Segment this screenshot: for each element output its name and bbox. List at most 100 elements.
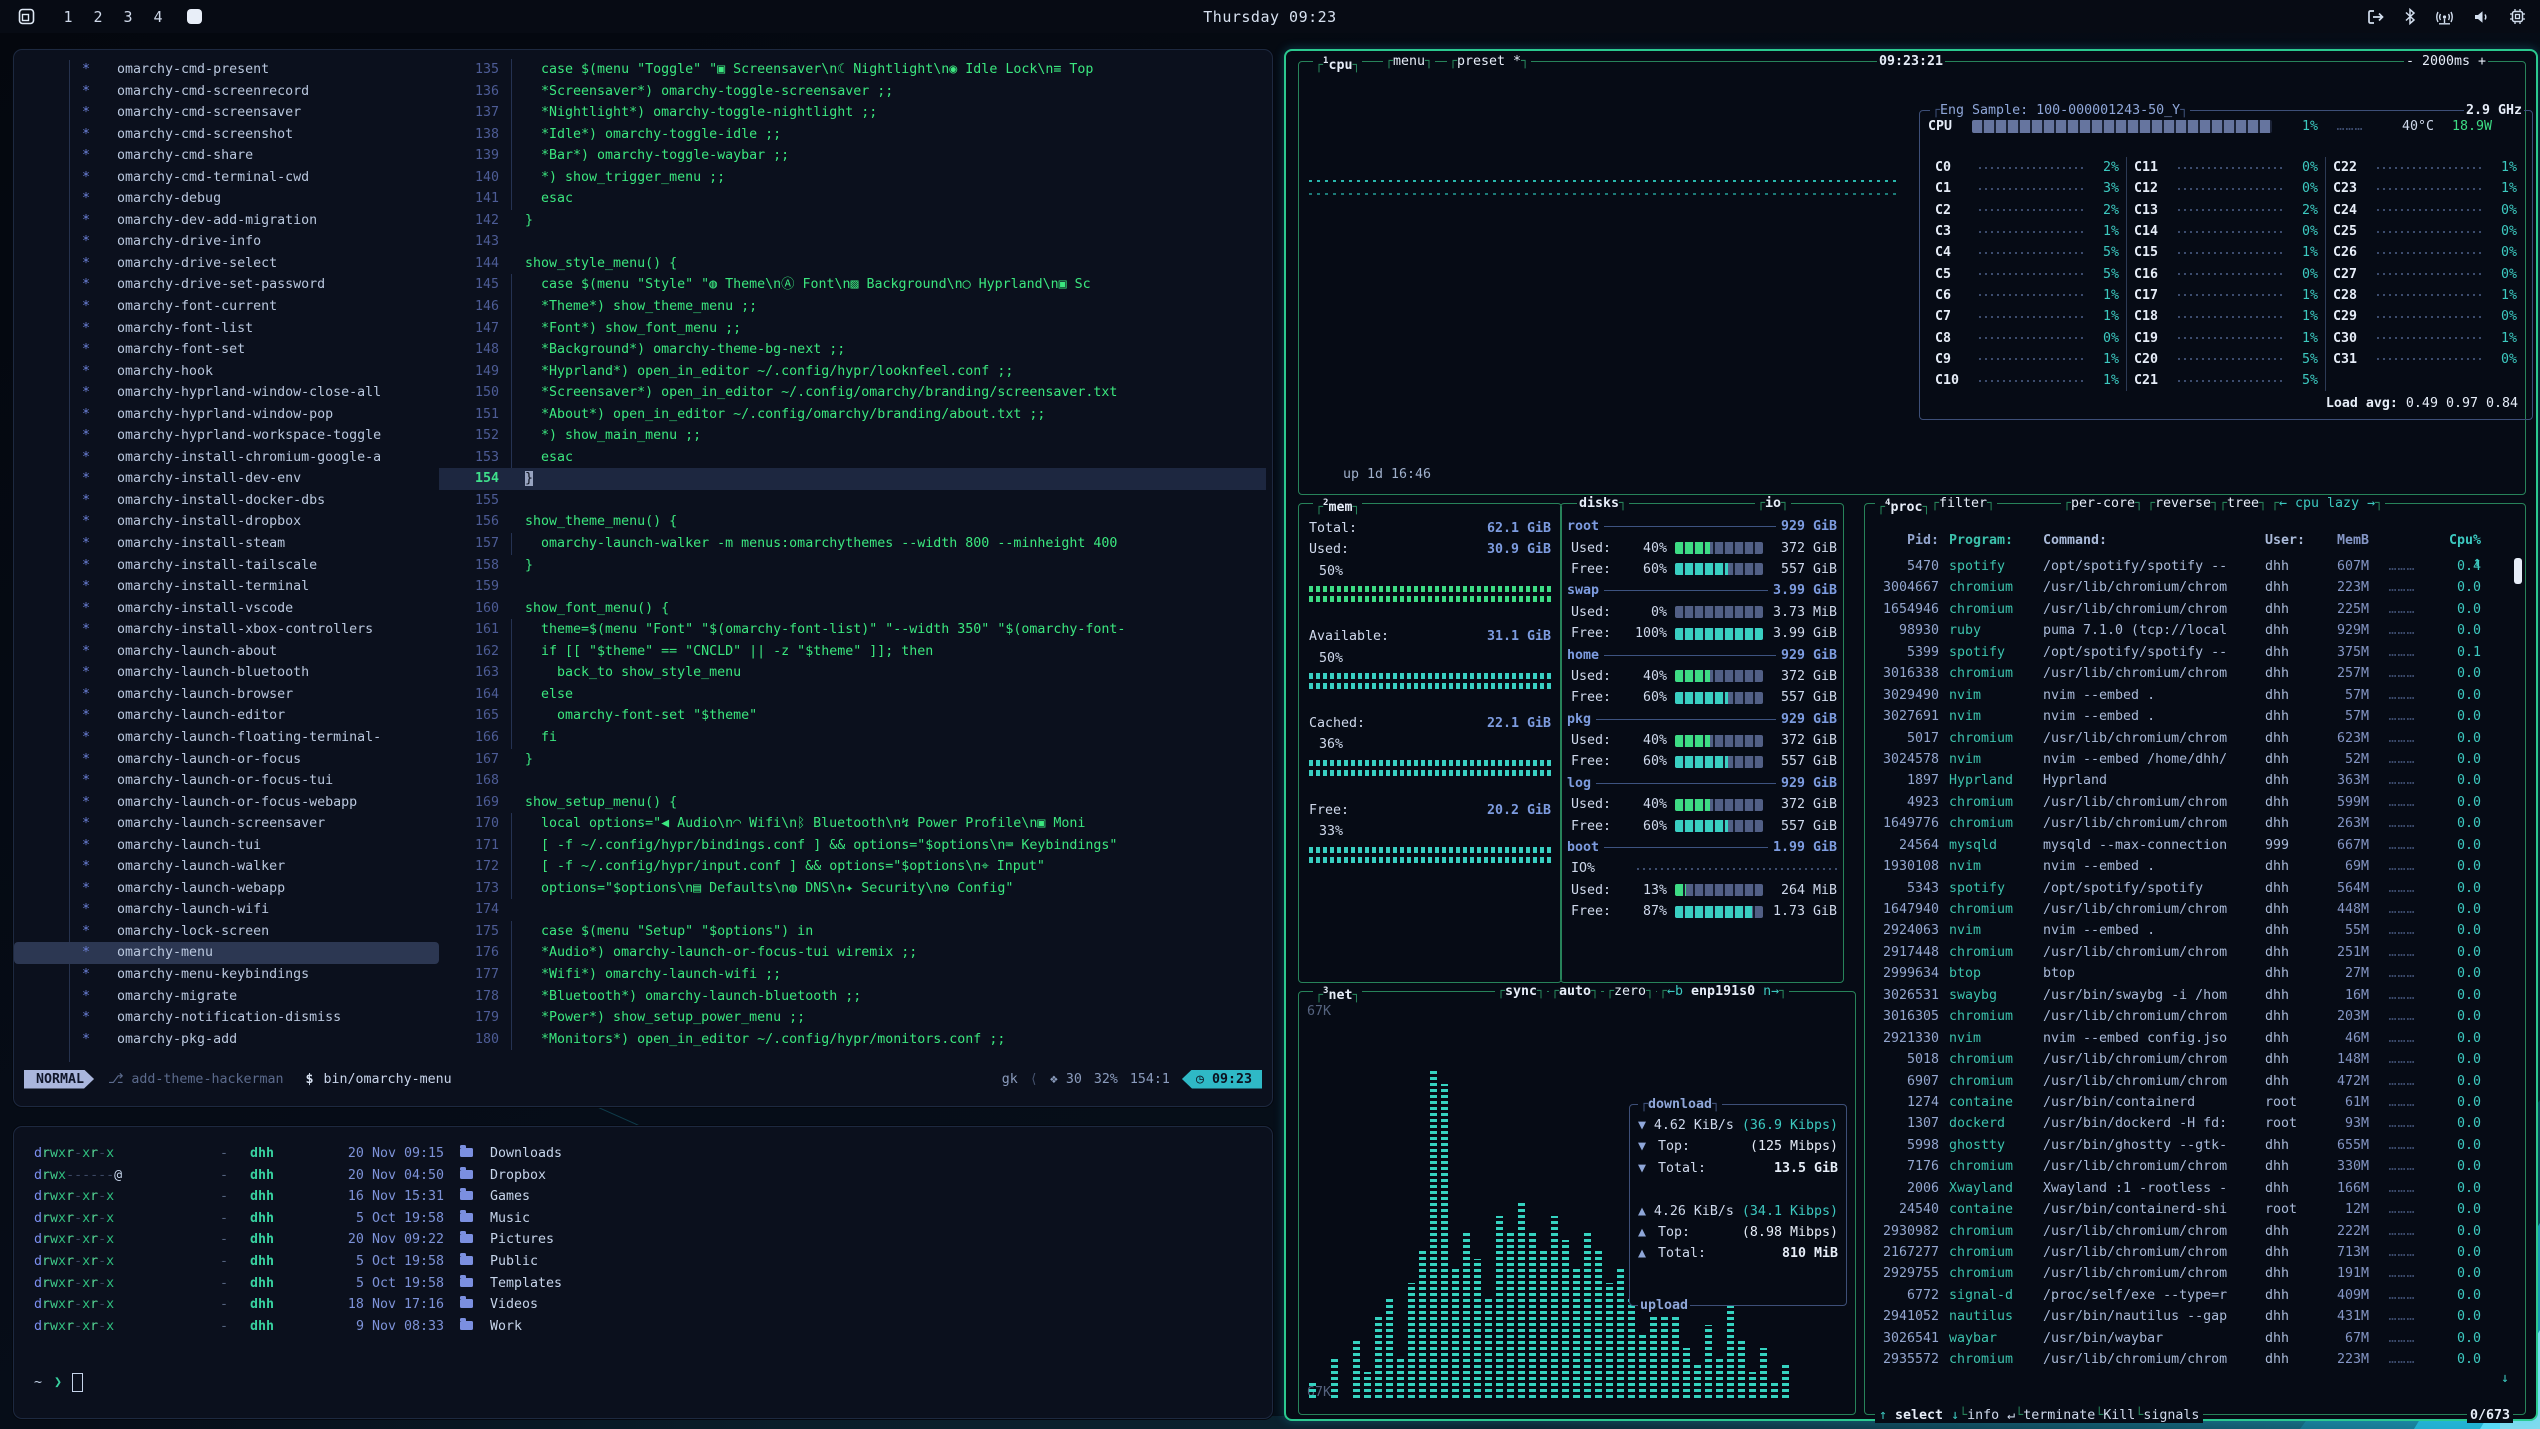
editor-row[interactable]: *omarchy-launch-editor165 omarchy-font-s… <box>14 705 1266 727</box>
editor-row[interactable]: *omarchy-install-terminal159 <box>14 576 1266 598</box>
select-button[interactable]: select <box>1895 1408 1943 1423</box>
process-row[interactable]: 2999634btopbtopdhh27M………0.0 <box>1873 963 2517 984</box>
editor-row[interactable]: *omarchy-menu-keybindings177 *Wifi*) oma… <box>14 964 1266 986</box>
editor-row[interactable]: *omarchy-install-xbox-controllers161 the… <box>14 619 1266 641</box>
workspace-1[interactable]: 1 <box>53 8 83 26</box>
proc-tree-button[interactable]: ┌tree┐ <box>2217 495 2269 512</box>
file-list-item[interactable]: omarchy-hyprland-window-close-all <box>117 382 439 404</box>
process-row[interactable]: 1897HyprlandHyprlanddhh363M………0.0 <box>1873 770 2517 791</box>
editor-row[interactable]: *omarchy-launch-about162 if [[ "$theme" … <box>14 641 1266 663</box>
proc-sort-selector[interactable]: ┌← cpu lazy →┐ <box>2269 495 2385 512</box>
mem-panel-title[interactable]: ┌2mem┐ <box>1313 495 1362 516</box>
folder-name[interactable]: Work <box>490 1316 522 1338</box>
file-list-item[interactable]: omarchy-launch-browser <box>117 684 439 706</box>
editor-row[interactable]: *omarchy-install-dropbox156show_theme_me… <box>14 511 1266 533</box>
chip-icon[interactable] <box>2509 8 2526 25</box>
process-row[interactable]: 5399spotify/opt/spotify/spotify --dhh375… <box>1873 642 2517 663</box>
editor-row[interactable]: *omarchy-cmd-share139 *Bar*) omarchy-tog… <box>14 145 1266 167</box>
file-list-item[interactable]: omarchy-install-tailscale <box>117 555 439 577</box>
process-row[interactable]: 3016338chromium/usr/lib/chromium/chromdh… <box>1873 663 2517 684</box>
process-row[interactable]: 2924063nvimnvim --embed .dhh55M………0.0 <box>1873 920 2517 941</box>
editor-row[interactable]: *omarchy-launch-screensaver170 local opt… <box>14 813 1266 835</box>
editor-row[interactable]: *omarchy-install-chromium-google-a153 es… <box>14 447 1266 469</box>
process-row[interactable]: 2167277chromium/usr/lib/chromium/chromdh… <box>1873 1242 2517 1263</box>
process-row[interactable]: 1307dockerd/usr/bin/dockerd -H fd:root93… <box>1873 1113 2517 1134</box>
signals-button[interactable]: signals <box>2143 1408 2199 1423</box>
network-icon[interactable] <box>2435 9 2454 25</box>
editor-row[interactable]: *omarchy-font-current146 *Theme*) show_t… <box>14 296 1266 318</box>
file-list-item[interactable]: omarchy-debug <box>117 188 439 210</box>
editor-row[interactable]: *omarchy-hook149 *Hyprland*) open_in_edi… <box>14 361 1266 383</box>
process-row[interactable]: 3016305chromium/usr/lib/chromium/chromdh… <box>1873 1006 2517 1027</box>
file-list-item[interactable]: omarchy-drive-set-password <box>117 274 439 296</box>
scroll-down-icon[interactable]: ↓ <box>2501 1371 2509 1386</box>
file-list-item[interactable]: omarchy-drive-info <box>117 231 439 253</box>
file-list-item[interactable]: omarchy-install-terminal <box>117 576 439 598</box>
process-row[interactable]: 2935572chromium/usr/lib/chromium/chromdh… <box>1873 1349 2517 1370</box>
file-list-item[interactable]: omarchy-cmd-share <box>117 145 439 167</box>
process-row[interactable]: 1930108nvimnvim --embed .dhh69M………0.0 <box>1873 856 2517 877</box>
editor-row[interactable]: *omarchy-pkg-add180 *Monitors*) open_in_… <box>14 1029 1266 1051</box>
editor-row[interactable]: *omarchy-launch-floating-terminal-166 fi <box>14 727 1266 749</box>
editor-row[interactable]: *omarchy-launch-or-focus-tui168 <box>14 770 1266 792</box>
net-panel-title[interactable]: ┌3net┐ <box>1313 983 1362 1004</box>
process-row[interactable]: 3029490nvimnvim --embed .dhh57M………0.0 <box>1873 685 2517 706</box>
process-row[interactable]: 24540containe/usr/bin/containerd-shiroot… <box>1873 1199 2517 1220</box>
editor-row[interactable]: *omarchy-hyprland-workspace-toggle152 *)… <box>14 425 1266 447</box>
editor-row[interactable]: *omarchy-lock-screen175 case $(menu "Set… <box>14 921 1266 943</box>
editor-row[interactable]: *omarchy-debug141 esac <box>14 188 1266 210</box>
process-row[interactable]: 5343spotify/opt/spotify/spotifydhh564M……… <box>1873 878 2517 899</box>
editor-row[interactable]: *omarchy-launch-or-focus167} <box>14 749 1266 771</box>
process-row[interactable]: 2917448chromium/usr/lib/chromium/chromdh… <box>1873 942 2517 963</box>
editor-row[interactable]: *omarchy-install-docker-dbs155 <box>14 490 1266 512</box>
file-list-item[interactable]: omarchy-install-docker-dbs <box>117 490 439 512</box>
editor-row[interactable]: *omarchy-cmd-terminal-cwd140 *) show_tri… <box>14 167 1266 189</box>
process-row[interactable]: 2006XwaylandXwayland :1 -rootless -dhh16… <box>1873 1178 2517 1199</box>
editor-row[interactable]: *omarchy-launch-or-focus-webapp169show_s… <box>14 792 1266 814</box>
process-row[interactable]: 2930982chromium/usr/lib/chromium/chromdh… <box>1873 1221 2517 1242</box>
file-list-item[interactable]: omarchy-font-current <box>117 296 439 318</box>
process-row[interactable]: 6907chromium/usr/lib/chromium/chromdhh47… <box>1873 1071 2517 1092</box>
file-list-item[interactable]: omarchy-migrate <box>117 986 439 1008</box>
process-row[interactable]: 1654946chromium/usr/lib/chromium/chromdh… <box>1873 599 2517 620</box>
process-row[interactable]: 1274containe/usr/bin/containerdroot61M……… <box>1873 1092 2517 1113</box>
process-row[interactable]: 2929755chromium/usr/lib/chromium/chromdh… <box>1873 1263 2517 1284</box>
file-list-item[interactable]: omarchy-hyprland-workspace-toggle <box>117 425 439 447</box>
process-row[interactable]: 5018chromium/usr/lib/chromium/chromdhh14… <box>1873 1049 2517 1070</box>
editor-row[interactable]: *omarchy-install-vscode160show_font_menu… <box>14 598 1266 620</box>
file-list-item[interactable]: omarchy-cmd-terminal-cwd <box>117 167 439 189</box>
file-list-item[interactable]: omarchy-launch-walker <box>117 856 439 878</box>
editor-row[interactable]: *omarchy-hyprland-window-pop151 *About*)… <box>14 404 1266 426</box>
file-list-item[interactable]: omarchy-install-dropbox <box>117 511 439 533</box>
editor-row[interactable]: *omarchy-drive-info143 <box>14 231 1266 253</box>
process-row[interactable]: 3026541waybar/usr/bin/waybardhh67M………0.0 <box>1873 1328 2517 1349</box>
file-list-item[interactable]: omarchy-launch-or-focus <box>117 749 439 771</box>
editor-row[interactable]: *omarchy-migrate178 *Bluetooth*) omarchy… <box>14 986 1266 1008</box>
folder-name[interactable]: Music <box>490 1208 530 1230</box>
process-row[interactable]: 98930rubypuma 7.1.0 (tcp://localdhh929M…… <box>1873 620 2517 641</box>
file-list-item[interactable]: omarchy-install-steam <box>117 533 439 555</box>
folder-name[interactable]: Templates <box>490 1273 562 1295</box>
file-list-item[interactable]: omarchy-dev-add-migration <box>117 210 439 232</box>
editor-row[interactable]: *omarchy-launch-webapp173 options="$opti… <box>14 878 1266 900</box>
file-list-item[interactable]: omarchy-launch-floating-terminal- <box>117 727 439 749</box>
kill-button[interactable]: Kill <box>2103 1408 2135 1423</box>
file-list-item[interactable]: omarchy-menu <box>117 942 439 964</box>
file-list-item[interactable]: omarchy-cmd-screenshot <box>117 124 439 146</box>
file-list-item[interactable]: omarchy-notification-dismiss <box>117 1007 439 1029</box>
file-list-item[interactable]: omarchy-menu-keybindings <box>117 964 439 986</box>
process-row[interactable]: 5017chromium/usr/lib/chromium/chromdhh62… <box>1873 728 2517 749</box>
file-list-item[interactable]: omarchy-launch-tui <box>117 835 439 857</box>
process-row[interactable]: 6772signal-d/proc/self/exe --type=rdhh40… <box>1873 1285 2517 1306</box>
active-workspace-indicator[interactable] <box>187 9 202 24</box>
file-list-item[interactable]: omarchy-launch-webapp <box>117 878 439 900</box>
terminate-button[interactable]: terminate <box>2023 1408 2095 1423</box>
editor-row[interactable]: *omarchy-launch-wifi174 <box>14 899 1266 921</box>
editor-row[interactable]: *omarchy-cmd-screenrecord136 *Screensave… <box>14 81 1266 103</box>
bluetooth-icon[interactable] <box>2404 8 2416 25</box>
editor-row[interactable]: *omarchy-install-steam157 omarchy-launch… <box>14 533 1266 555</box>
volume-icon[interactable] <box>2473 9 2490 25</box>
net-interface-selector[interactable]: ┌←b enp191s0 n→┐ <box>1657 983 1789 1000</box>
file-list-item[interactable]: omarchy-launch-editor <box>117 705 439 727</box>
update-interval[interactable]: - 2000ms + <box>2404 53 2488 70</box>
